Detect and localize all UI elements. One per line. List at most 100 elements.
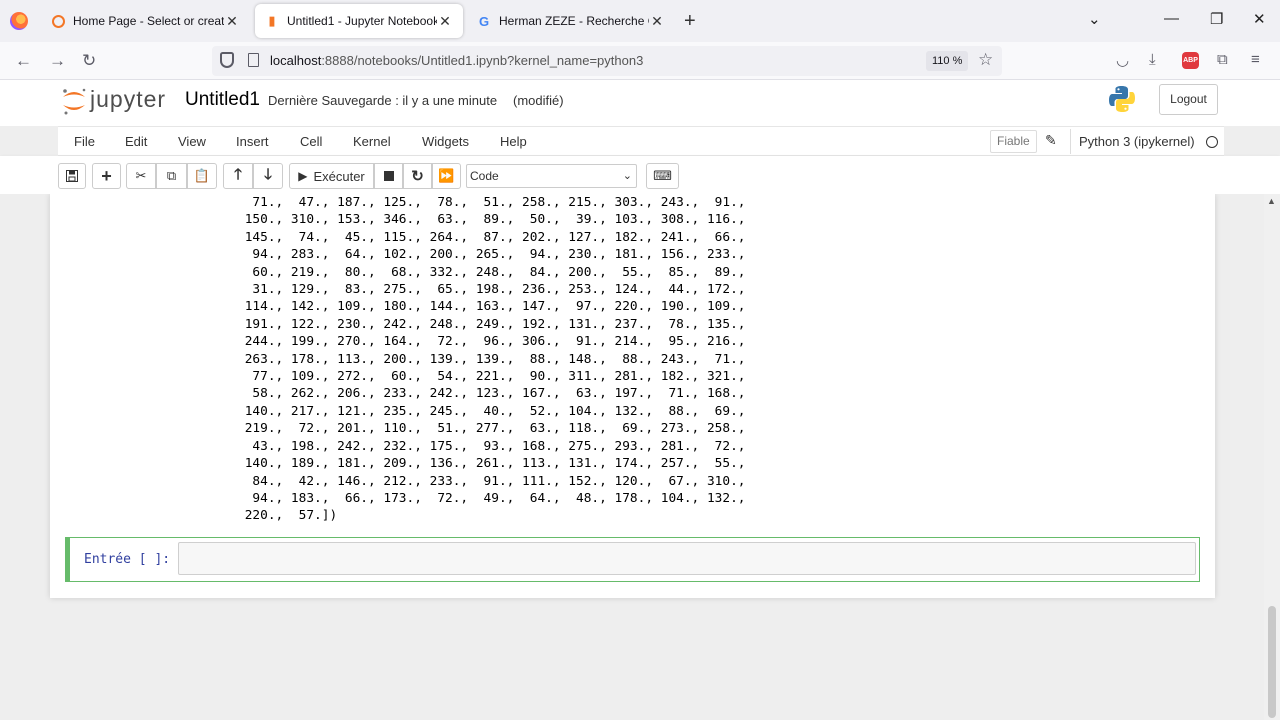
output-line: 140., 189., 181., 209., 136., 261., 113.…: [237, 456, 746, 472]
save-button[interactable]: [58, 163, 86, 189]
page-scrollbar[interactable]: ▲: [1264, 194, 1280, 720]
output-line: 150., 310., 153., 346., 63., 89., 50., 3…: [237, 212, 746, 228]
address-bar[interactable]: localhost:8888/notebooks/Untitled1.ipynb…: [212, 46, 1002, 76]
restart-run-all-button[interactable]: ⏩: [432, 163, 461, 189]
move-down-button[interactable]: 🡓: [253, 163, 283, 189]
forward-arrow-icon[interactable]: →: [49, 51, 66, 71]
url-text[interactable]: localhost:8888/notebooks/Untitled1.ipynb…: [270, 53, 643, 68]
browser-tab-google[interactable]: G Herman ZEZE - Recherche Goog ✕: [467, 4, 675, 38]
copy-icon: ⧉: [166, 168, 177, 183]
zoom-level-button[interactable]: 110 %: [926, 51, 969, 71]
menu-kernel[interactable]: Kernel: [353, 134, 391, 149]
python-logo-icon: [1109, 86, 1135, 112]
notebook-scroll-area: 71., 47., 187., 125., 78., 51., 258., 21…: [0, 194, 1264, 720]
output-line: 244., 199., 270., 164., 72., 96., 306., …: [237, 334, 746, 350]
arrow-up-icon: 🡑: [234, 165, 242, 183]
restore-button[interactable]: ❐: [1210, 10, 1223, 28]
save-icon: [66, 170, 78, 182]
plus-icon: +: [101, 165, 112, 186]
output-line: 219., 72., 201., 110., 51., 277., 63., 1…: [237, 421, 746, 437]
url-path: :8888/notebooks/Untitled1.ipynb?kernel_n…: [321, 53, 644, 68]
url-host: localhost: [270, 53, 322, 68]
menu-help[interactable]: Help: [500, 134, 527, 149]
stop-icon: [383, 171, 394, 181]
paste-icon: 📋: [193, 168, 211, 183]
menu-insert[interactable]: Insert: [236, 134, 269, 149]
output-line: 114., 142., 109., 180., 144., 163., 147.…: [237, 299, 746, 315]
window-close-button[interactable]: ✕: [1253, 10, 1266, 28]
browser-tab-notebook[interactable]: ▮ Untitled1 - Jupyter Notebook ✕: [255, 4, 463, 38]
jupyter-logo-icon[interactable]: [60, 86, 88, 116]
output-line: 220., 57.]): [237, 508, 338, 524]
output-line: 43., 198., 242., 232., 175., 93., 168., …: [237, 438, 746, 454]
close-icon[interactable]: ✕: [224, 13, 240, 30]
logout-button[interactable]: Logout: [1159, 84, 1218, 115]
firefox-icon[interactable]: [10, 12, 28, 30]
menu-view[interactable]: View: [178, 134, 206, 149]
jupyter-home-icon: [52, 14, 65, 28]
page-icon[interactable]: [248, 53, 259, 67]
tab-title: Home Page - Select or create a: [73, 14, 224, 28]
output-line: 94., 183., 66., 173., 72., 49., 64., 48.…: [237, 490, 746, 506]
edit-mode-pencil-icon: ✎: [1045, 132, 1057, 148]
move-up-button[interactable]: 🡑: [223, 163, 253, 189]
extensions-icon[interactable]: ⧉: [1217, 51, 1228, 68]
output-line: 77., 109., 272., 60., 54., 221., 90., 31…: [237, 369, 746, 385]
browser-tab-strip: Home Page - Select or create a ✕ ▮ Untit…: [0, 0, 1280, 42]
google-icon: G: [478, 13, 490, 29]
tab-list-chevron-icon[interactable]: ⌄: [1088, 10, 1101, 28]
adblock-icon[interactable]: ABP: [1182, 52, 1199, 69]
cell-type-select[interactable]: Code ⌄: [466, 164, 637, 188]
close-icon[interactable]: ✕: [437, 13, 453, 30]
notebook-menubar: File Edit View Insert Cell Kernel Widget…: [58, 126, 1224, 156]
output-line: 263., 178., 113., 200., 139., 139., 88.,…: [237, 351, 746, 367]
menu-file[interactable]: File: [74, 134, 95, 149]
run-button[interactable]: ▶ Exécuter: [289, 163, 374, 189]
output-line: 58., 262., 206., 233., 242., 123., 167.,…: [237, 386, 746, 402]
trusted-indicator[interactable]: Fiable: [990, 130, 1037, 153]
tab-title: Herman ZEZE - Recherche Goog: [499, 14, 649, 28]
play-icon: ▶: [298, 169, 308, 183]
jupyter-notebook-icon: ▮: [268, 13, 276, 28]
checkpoint-status: Dernière Sauvegarde : il y a une minute: [268, 93, 498, 108]
close-icon[interactable]: ✕: [649, 13, 665, 30]
shield-icon[interactable]: [220, 52, 234, 68]
bookmark-star-icon[interactable]: ☆: [978, 50, 993, 70]
scrollbar-thumb[interactable]: [1268, 606, 1276, 718]
output-line: 145., 74., 45., 115., 264., 87., 202., 1…: [237, 229, 746, 245]
download-icon[interactable]: ⤓: [1149, 51, 1156, 68]
menu-widgets[interactable]: Widgets: [422, 134, 469, 149]
code-editor[interactable]: [178, 542, 1196, 575]
copy-button[interactable]: ⧉: [156, 163, 187, 189]
scroll-up-arrow-icon[interactable]: ▲: [1267, 196, 1276, 206]
insert-cell-button[interactable]: +: [92, 163, 121, 189]
restart-button[interactable]: ↻: [403, 163, 432, 189]
back-arrow-icon[interactable]: ←: [15, 51, 32, 71]
paste-button[interactable]: 📋: [187, 163, 217, 189]
restart-icon: ↻: [411, 168, 424, 185]
kernel-name[interactable]: Python 3 (ipykernel): [1070, 129, 1195, 154]
scissors-icon: ✂: [135, 168, 147, 183]
reload-icon[interactable]: ↻: [82, 51, 96, 71]
notebook-name[interactable]: Untitled1: [185, 89, 260, 111]
jupyter-header: jupyter Untitled1 Dernière Sauvegarde : …: [0, 80, 1280, 126]
command-palette-button[interactable]: ⌨: [646, 163, 679, 189]
interrupt-button[interactable]: [374, 163, 403, 189]
pocket-icon[interactable]: ◡: [1116, 51, 1129, 69]
tab-title: Untitled1 - Jupyter Notebook: [287, 14, 437, 28]
output-line: 94., 283., 64., 102., 200., 265., 94., 2…: [237, 247, 746, 263]
output-line: 84., 42., 146., 212., 233., 91., 111., 1…: [237, 473, 746, 489]
minimize-button[interactable]: —: [1164, 10, 1179, 27]
new-tab-button[interactable]: +: [684, 10, 696, 33]
browser-tab-home[interactable]: Home Page - Select or create a ✕: [42, 4, 250, 38]
jupyter-logo-text[interactable]: jupyter: [90, 86, 166, 113]
output-line: 71., 47., 187., 125., 78., 51., 258., 21…: [237, 195, 746, 210]
menu-hamburger-icon[interactable]: ≡: [1251, 51, 1260, 68]
browser-nav-bar: ← → ↻ localhost:8888/notebooks/Untitled1…: [0, 42, 1280, 80]
code-cell[interactable]: Entrée [ ]:: [65, 537, 1200, 582]
notebook-container: 71., 47., 187., 125., 78., 51., 258., 21…: [50, 194, 1215, 598]
cut-button[interactable]: ✂: [126, 163, 156, 189]
menu-edit[interactable]: Edit: [125, 134, 147, 149]
output-line: 140., 217., 121., 235., 245., 40., 52., …: [237, 403, 746, 419]
menu-cell[interactable]: Cell: [300, 134, 322, 149]
